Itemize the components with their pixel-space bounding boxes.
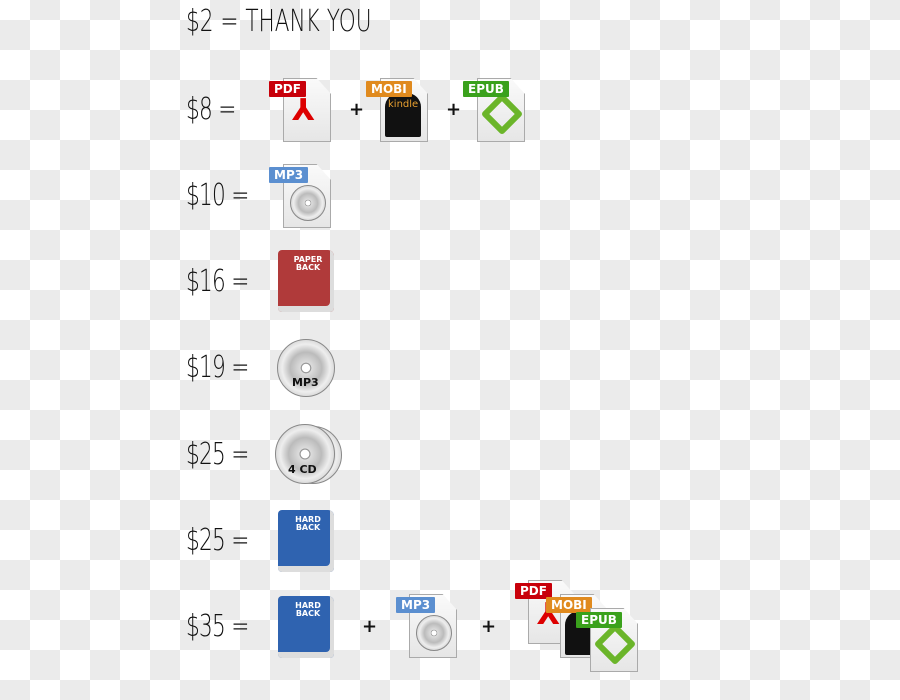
pdf-tag: PDF (269, 81, 306, 97)
price-25-hardback: $25 = (186, 523, 249, 558)
paperback-book-icon: PAPER BACK (278, 250, 334, 312)
plus-sign: + (481, 616, 497, 637)
plus-sign: + (446, 99, 462, 120)
mp3-cd-icon: MP3 (277, 339, 335, 397)
hardback-book-icon: HARD BACK (278, 510, 334, 572)
4cd-label: 4 CD (288, 463, 317, 476)
mp3-tag: MP3 (269, 167, 309, 183)
4cd-icon: 4 CD (275, 424, 335, 484)
mobi-tag: MOBI (546, 597, 592, 613)
price-8: $8 = (186, 92, 236, 127)
price-19: $19 = (186, 350, 249, 385)
kindle-label: kindle (388, 99, 419, 110)
mobi-tag: MOBI (366, 81, 412, 97)
price-16: $16 = (186, 264, 249, 299)
price-35: $35 = (186, 609, 249, 644)
hardback-book-icon: HARD BACK (278, 596, 334, 658)
page-title: $2 = THANK YOU (186, 4, 372, 39)
hardback-label: HARD BACK (295, 515, 321, 532)
plus-sign: + (362, 616, 378, 637)
price-25-cd: $25 = (186, 437, 249, 472)
hardback-label: HARD BACK (295, 601, 321, 618)
epub-tag: EPUB (463, 81, 509, 97)
plus-sign: + (349, 99, 365, 120)
epub-tag: EPUB (576, 612, 622, 628)
mp3-tag: MP3 (396, 597, 436, 613)
paperback-label: PAPER BACK (293, 255, 323, 272)
mp3-cd-label: MP3 (292, 376, 319, 389)
price-10: $10 = (186, 178, 249, 213)
